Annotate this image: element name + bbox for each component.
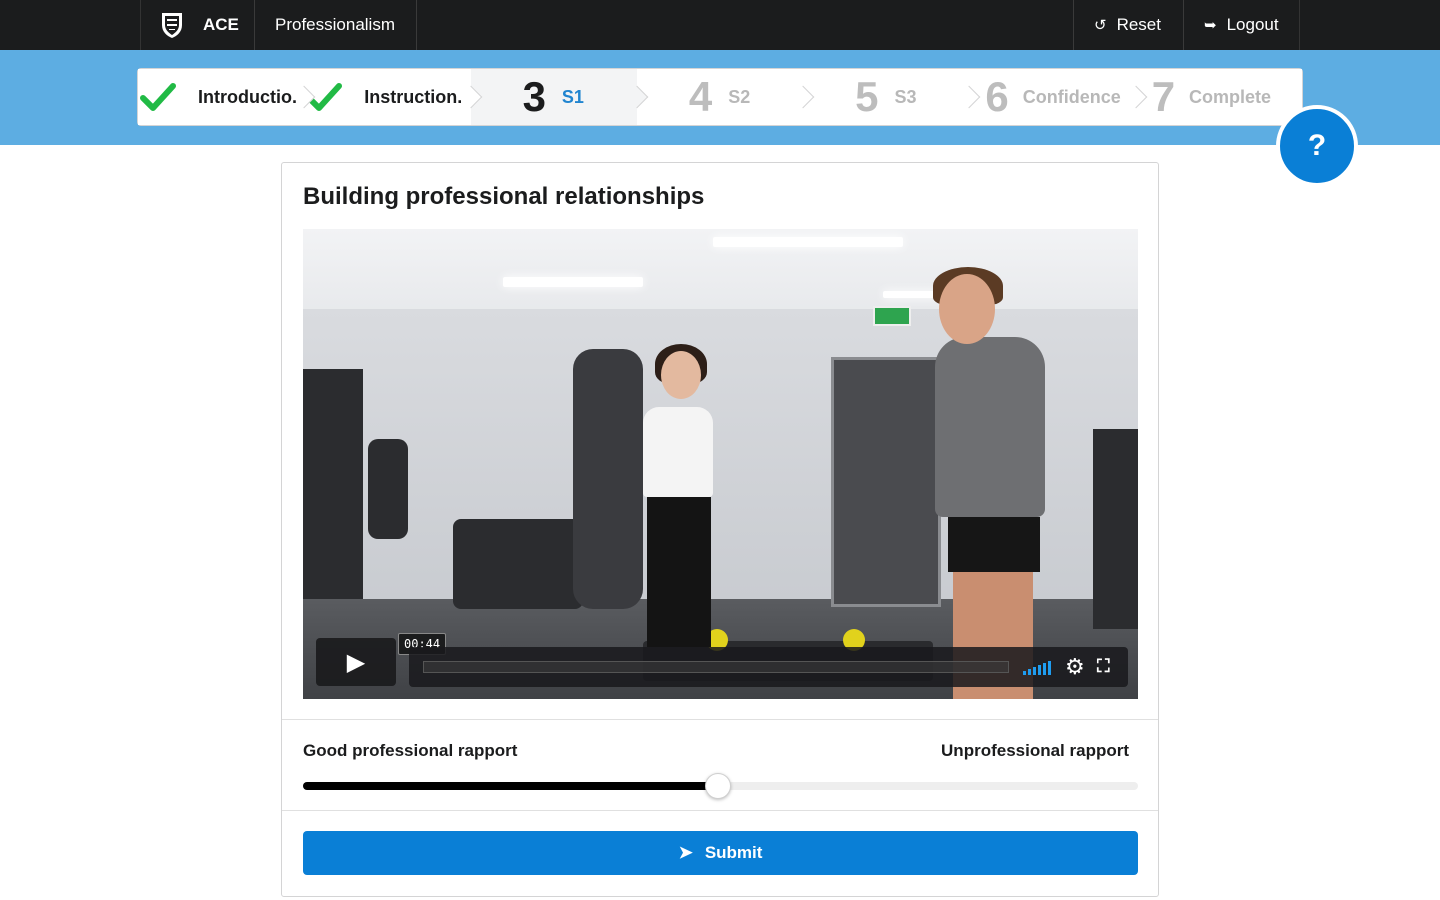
brand-name: ACE bbox=[203, 15, 239, 34]
progress-steps: Introductio. Instruction. 3 S1 4 S2 5 S3… bbox=[137, 68, 1303, 126]
play-button[interactable]: ▶ bbox=[316, 638, 396, 686]
step-number: 4 bbox=[688, 73, 713, 120]
step-s1[interactable]: 3 S1 bbox=[470, 69, 637, 125]
step-number: 6 bbox=[985, 73, 1009, 120]
rapport-slider[interactable] bbox=[303, 773, 1138, 799]
step-s3: 5 S3 bbox=[803, 69, 970, 125]
question-mark-icon: ? bbox=[1307, 129, 1327, 162]
scenario-card: Building professional relationships ▶ 00… bbox=[281, 162, 1159, 897]
gear-icon[interactable]: ⚙ bbox=[1065, 654, 1085, 680]
volume-icon[interactable] bbox=[1023, 659, 1051, 675]
help-button[interactable]: ? bbox=[1276, 105, 1358, 187]
step-s2: 4 S2 bbox=[636, 69, 804, 125]
step-number: 3 bbox=[522, 73, 546, 120]
step-label: Complete bbox=[1189, 86, 1272, 107]
step-label: Introductio. bbox=[198, 86, 297, 107]
reset-label: Reset bbox=[1116, 15, 1161, 34]
slider-handle[interactable] bbox=[704, 773, 731, 799]
paper-plane-icon: ➤ bbox=[678, 843, 693, 862]
slider-fill bbox=[303, 782, 718, 790]
module-name: Professionalism bbox=[275, 15, 395, 34]
slider-left-label: Good professional rapport bbox=[303, 741, 518, 760]
video-player[interactable]: ▶ 00:44 ⚙ ⛶ bbox=[303, 229, 1138, 699]
step-label: Instruction. bbox=[364, 86, 463, 107]
reset-button[interactable]: ↺ Reset bbox=[1073, 0, 1184, 50]
step-instructions[interactable]: Instruction. bbox=[304, 69, 471, 125]
sign-out-icon: ➥ bbox=[1204, 17, 1217, 34]
step-label: S1 bbox=[561, 86, 584, 107]
divider bbox=[282, 810, 1158, 811]
step-label: S3 bbox=[894, 86, 917, 107]
step-number: 5 bbox=[855, 73, 879, 120]
video-progress-bar[interactable] bbox=[423, 661, 1009, 673]
video-control-bar: ⚙ ⛶ bbox=[409, 647, 1128, 687]
submit-button[interactable]: ➤ Submit bbox=[303, 831, 1138, 875]
undo-icon: ↺ bbox=[1094, 17, 1107, 34]
checkmark-icon bbox=[140, 83, 176, 111]
logout-label: Logout bbox=[1226, 15, 1279, 34]
logout-button[interactable]: ➥ Logout bbox=[1184, 0, 1300, 50]
submit-label: Submit bbox=[704, 843, 763, 862]
step-label: S2 bbox=[728, 86, 751, 107]
step-introduction[interactable]: Introductio. bbox=[138, 69, 305, 125]
step-label: Confidence bbox=[1022, 86, 1121, 107]
slider-right-label: Unprofessional rapport bbox=[941, 741, 1129, 760]
play-icon: ▶ bbox=[346, 648, 366, 676]
page-title: Building professional relationships bbox=[303, 183, 705, 210]
module-title[interactable]: Professionalism bbox=[255, 0, 417, 50]
fullscreen-icon[interactable]: ⛶ bbox=[1097, 656, 1110, 677]
step-number: 7 bbox=[1151, 73, 1176, 120]
brand-home-link[interactable]: ACE bbox=[140, 0, 255, 50]
top-menu-bar: ACE Professionalism ↺ Reset ➥ Logout bbox=[0, 0, 1440, 50]
crest-icon bbox=[162, 13, 182, 38]
divider bbox=[282, 719, 1158, 720]
step-confidence: 6 Confidence bbox=[969, 69, 1136, 125]
step-complete: 7 Complete bbox=[1135, 69, 1302, 125]
